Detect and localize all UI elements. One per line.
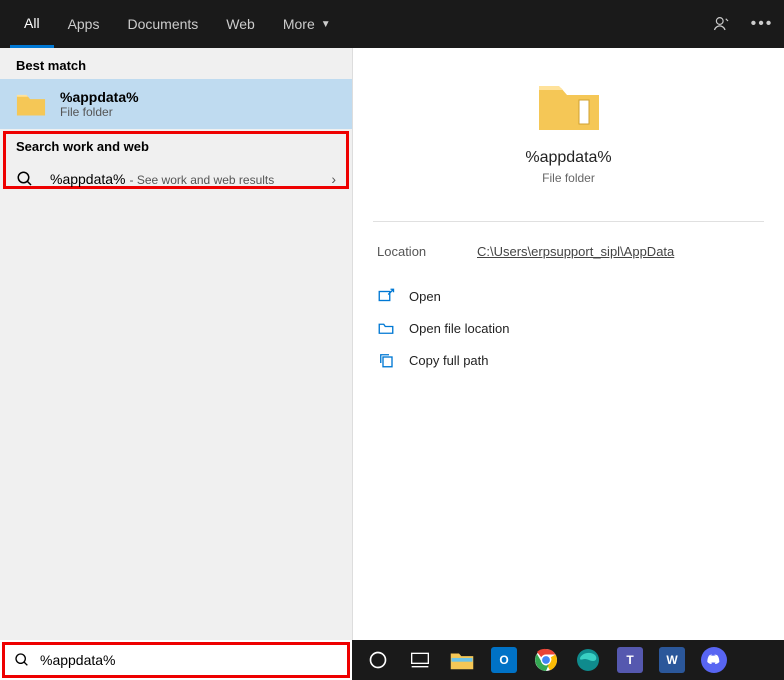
preview-subtitle: File folder [542,171,595,185]
topbar-right: ••• [712,14,772,34]
preview-title: %appdata% [525,149,611,167]
action-open[interactable]: Open [377,287,760,305]
chrome-icon[interactable] [528,642,564,678]
outlook-icon[interactable]: O [486,642,522,678]
location-label: Location [377,244,477,259]
action-copy-path[interactable]: Copy full path [377,351,760,369]
more-options-icon[interactable]: ••• [752,14,772,34]
search-panel-root: All Apps Documents Web More ▼ ••• Best m… [0,0,784,680]
copy-icon [377,351,395,369]
preview-column: %appdata% File folder Location C:\Users\… [352,48,784,640]
tab-apps[interactable]: Apps [54,0,114,48]
file-explorer-icon[interactable] [444,642,480,678]
folder-open-icon [377,319,395,337]
tab-documents[interactable]: Documents [113,0,212,48]
tab-more[interactable]: More ▼ [269,0,345,48]
tab-all[interactable]: All [10,0,54,48]
best-match-result[interactable]: %appdata% File folder [0,79,352,129]
action-label: Copy full path [409,353,489,368]
cortana-icon[interactable] [360,642,396,678]
result-text: %appdata% File folder [60,89,336,119]
chevron-down-icon: ▼ [321,19,331,30]
action-list: Open Open file location Copy full path [373,283,764,373]
folder-icon [537,78,601,149]
preview-header: %appdata% File folder [373,68,764,211]
feedback-icon[interactable] [712,14,732,34]
taskbar-search[interactable] [0,640,352,680]
divider [373,221,764,222]
search-icon [14,652,30,668]
result-subtitle: File folder [60,105,336,119]
edge-icon[interactable] [570,642,606,678]
location-row: Location C:\Users\erpsupport_sipl\AppDat… [373,240,764,283]
search-main: Best match %appdata% File folder Search … [0,48,784,640]
taskbar: O T W [0,640,784,680]
teams-icon[interactable]: T [612,642,648,678]
results-column: Best match %appdata% File folder Search … [0,48,352,640]
web-search-result[interactable]: %appdata% - See work and web results › [0,160,352,198]
preview-panel: %appdata% File folder Location C:\Users\… [353,48,784,393]
taskbar-icons: O T W [352,642,732,678]
chevron-right-icon: › [331,171,336,187]
action-label: Open [409,289,441,304]
search-input[interactable] [40,640,352,680]
folder-icon [16,90,60,118]
best-match-header: Best match [0,48,352,79]
result-title: %appdata% [60,89,336,105]
search-web-header: Search work and web [0,129,352,160]
search-tabs-bar: All Apps Documents Web More ▼ ••• [0,0,784,48]
result-title: %appdata% [50,171,126,187]
word-icon[interactable]: W [654,642,690,678]
tab-more-label: More [283,16,315,32]
location-link[interactable]: C:\Users\erpsupport_sipl\AppData [477,244,674,259]
tab-web[interactable]: Web [212,0,269,48]
action-label: Open file location [409,321,509,336]
task-view-icon[interactable] [402,642,438,678]
search-icon [16,170,50,188]
discord-icon[interactable] [696,642,732,678]
action-open-location[interactable]: Open file location [377,319,760,337]
result-suffix: - See work and web results [130,173,275,187]
search-tabs: All Apps Documents Web More ▼ [10,0,345,48]
open-icon [377,287,395,305]
result-text: %appdata% - See work and web results [50,171,331,187]
